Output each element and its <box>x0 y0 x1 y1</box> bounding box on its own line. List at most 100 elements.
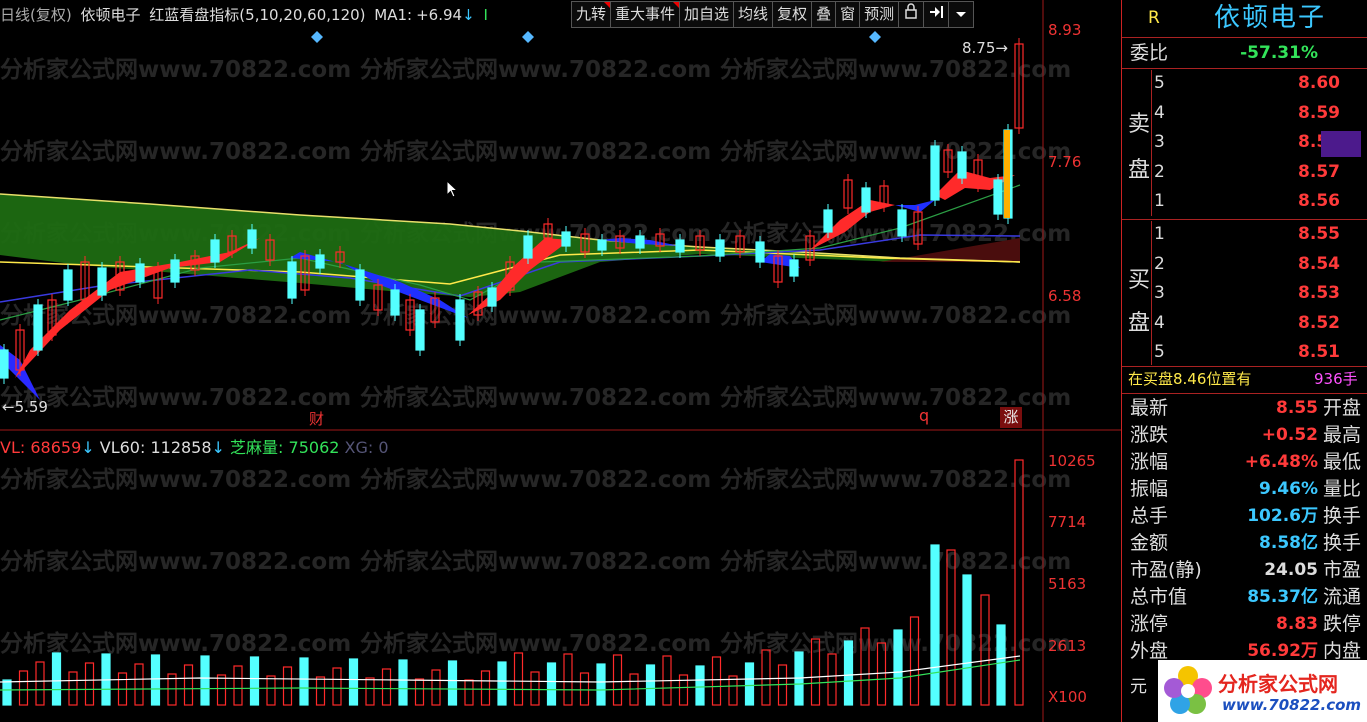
forecast-button[interactable]: 预测 <box>859 1 900 28</box>
stat-label: 涨停 <box>1130 613 1169 635</box>
sell-level-price[interactable]: 8.56 <box>1298 188 1340 215</box>
stat-value: 102.6万 <box>1247 506 1318 526</box>
stat-value: +0.52 <box>1261 425 1318 445</box>
position-row: 在买盘8.46位置有 936手 <box>1122 366 1367 393</box>
trend-ribbon <box>935 170 1015 200</box>
yuan-label: 元 <box>1130 677 1147 697</box>
stat-side-label: 换手 <box>1323 505 1362 527</box>
buy-level-price[interactable]: 8.55 <box>1298 221 1340 248</box>
major-events-button[interactable]: 重大事件 <box>610 1 681 28</box>
price-axis-label: 8.93 <box>1048 21 1082 39</box>
volume-bar <box>84 662 95 706</box>
buy-level-price[interactable]: 8.51 <box>1298 339 1340 366</box>
nine-turn-button[interactable]: 九转 <box>571 1 612 28</box>
volume-bar <box>843 640 854 706</box>
quote-panel: R 依顿电子 委比 -57.31% 卖 盘 5 8.60 4 8.59 3 8.58 2 8.… <box>1121 0 1367 722</box>
volume-bar <box>1014 459 1024 706</box>
finance-event-mark[interactable]: 财 <box>309 408 324 429</box>
volume-layer <box>0 459 1024 706</box>
stat-side-label: 跌停 <box>1323 613 1362 635</box>
weibi-row: 委比 -57.31% <box>1122 40 1367 67</box>
moving-average-button[interactable]: 均线 <box>733 1 774 28</box>
stat-side-label: 最低 <box>1323 451 1362 473</box>
stat-value: 8.58亿 <box>1259 533 1318 553</box>
lock-icon[interactable] <box>898 1 925 28</box>
indicator-name[interactable]: 红蓝看盘指标(5,10,20,60,120) <box>149 6 365 24</box>
period-label[interactable]: 日线(复权) <box>0 6 72 24</box>
volume-bar <box>150 654 161 706</box>
volume-bar <box>348 658 359 706</box>
candle-body <box>210 239 220 263</box>
volume-bar <box>497 661 507 706</box>
stat-row: 振幅 9.46% 量比 <box>1122 476 1367 503</box>
stat-side-label: 流通 <box>1323 586 1362 608</box>
weibi-value: -57.31% <box>1240 43 1318 63</box>
volume-bar <box>51 652 62 706</box>
sell-level-price[interactable]: 8.59 <box>1298 100 1340 127</box>
volume-bar <box>695 665 705 706</box>
chart-toolbar: 九转 重大事件 加自选 均线 复权 叠 窗 预测 <box>571 1 975 28</box>
stock-chart <box>0 0 1121 722</box>
volume-axis-label: 7714 <box>1048 513 1087 531</box>
candle-body <box>561 231 571 247</box>
sell-level-price[interactable]: 8.60 <box>1298 70 1340 97</box>
window-button[interactable]: 窗 <box>835 1 861 28</box>
volume-bar <box>447 660 458 706</box>
ma1-arrow-icon: ↓ <box>462 6 475 24</box>
candle-body <box>135 263 145 283</box>
add-watchlist-button[interactable]: 加自选 <box>679 1 735 28</box>
sell-level-number: 4 <box>1154 102 1165 123</box>
candle-body <box>861 187 871 213</box>
stat-row: 涨幅 +6.48% 最低 <box>1122 449 1367 476</box>
high-price-marker: 8.75→ <box>962 39 1008 57</box>
sell-level-row: 5 8.60 <box>1152 70 1367 97</box>
overlay-button[interactable]: 叠 <box>811 1 837 28</box>
zmd-label: 芝麻量: <box>230 438 284 457</box>
stat-label: 市盈(静) <box>1130 559 1202 581</box>
candle-body <box>789 259 799 277</box>
volume-bar <box>266 675 276 706</box>
volume-axis-label: 5163 <box>1048 575 1087 593</box>
divider <box>1122 68 1367 69</box>
stock-name: 依顿电子 <box>80 6 141 24</box>
volume-bar <box>946 549 956 706</box>
buy-level-number: 2 <box>1154 253 1165 274</box>
volume-bar <box>546 662 557 706</box>
volume-bar <box>513 652 524 706</box>
candle-body <box>957 151 967 179</box>
volume-bar <box>2 679 12 706</box>
buy-label-bottom: 盘 <box>1128 311 1151 336</box>
candle-body <box>415 309 425 351</box>
adjust-button[interactable]: 复权 <box>772 1 813 28</box>
skip-next-icon[interactable] <box>923 1 950 28</box>
candle-body <box>355 269 365 301</box>
candle-body <box>315 254 325 269</box>
stat-label: 总手 <box>1130 505 1169 527</box>
volume-bar <box>68 671 78 706</box>
stat-label: 涨幅 <box>1130 451 1169 473</box>
volume-bar <box>893 629 903 706</box>
xg-value: 0 <box>378 438 389 457</box>
volume-bar <box>398 659 408 706</box>
buy-level-price[interactable]: 8.53 <box>1298 280 1340 307</box>
buy-level-price[interactable]: 8.52 <box>1298 310 1340 337</box>
zmd-value: 75062 <box>288 438 340 457</box>
volume-bar <box>996 624 1006 706</box>
q-event-mark[interactable]: q <box>919 406 929 425</box>
volume-bar <box>711 656 722 706</box>
volume-axis-label: 10265 <box>1048 452 1096 470</box>
volume-bar <box>134 663 144 706</box>
buy-level-price[interactable]: 8.54 <box>1298 251 1340 278</box>
sell-level-price[interactable]: 8.57 <box>1298 159 1340 186</box>
xg-label: XG: <box>344 438 374 457</box>
candle-body <box>63 269 73 301</box>
dropdown-icon[interactable] <box>948 1 975 28</box>
stat-row: 总市值 85.37亿 流通 <box>1122 584 1367 611</box>
volume-bar <box>332 667 342 706</box>
volume-bar <box>464 679 474 706</box>
stat-value: 85.37亿 <box>1247 587 1318 607</box>
limit-up-mark[interactable]: 涨 <box>1000 407 1022 428</box>
stat-label: 最新 <box>1130 397 1169 419</box>
volume-bar <box>233 665 243 706</box>
volume-bar <box>200 655 210 706</box>
